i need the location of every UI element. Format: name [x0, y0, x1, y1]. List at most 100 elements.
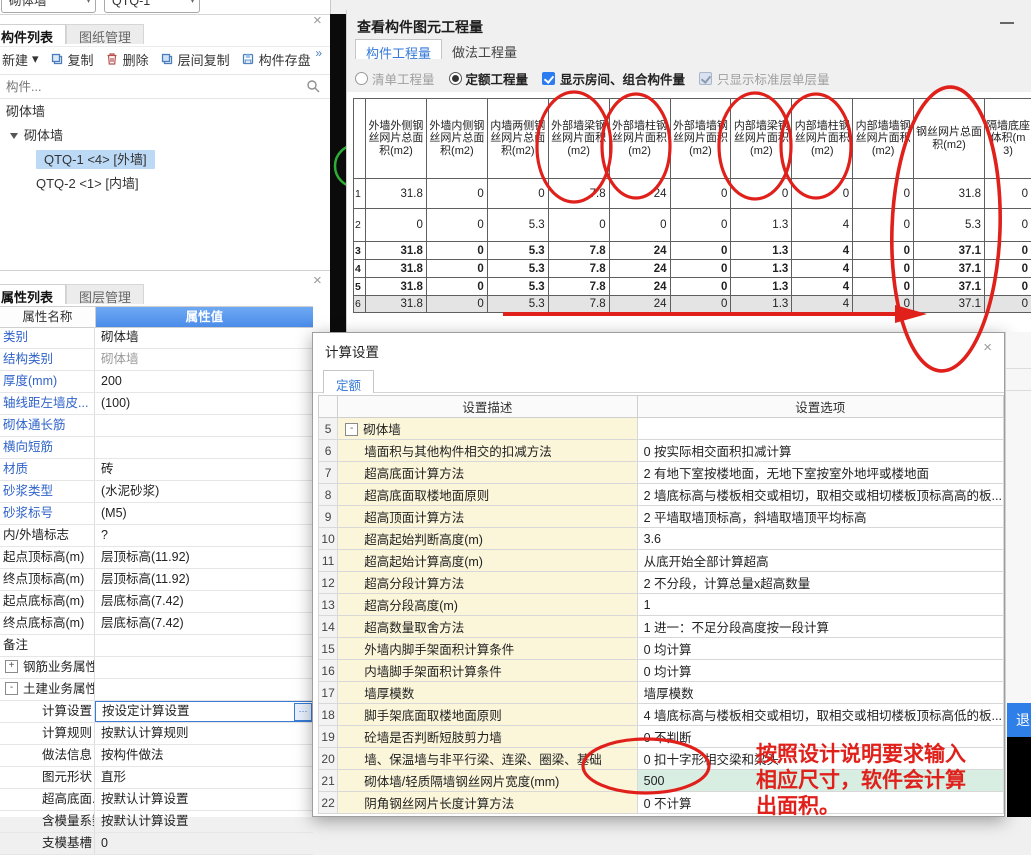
property-value[interactable]: 层顶标高(11.92) [95, 569, 313, 590]
quantity-dialog-tabs: 构件工程量做法工程量 [355, 39, 527, 62]
property-row: 做法信息按构件做法 [0, 745, 313, 767]
property-value[interactable]: 直形 [95, 767, 313, 788]
property-value[interactable] [95, 679, 313, 700]
tab-component-panel-active[interactable]: 构件列表 [0, 24, 66, 44]
tree-root[interactable]: 砌体墙 [0, 100, 330, 124]
tab-method-quantity[interactable]: 做法工程量 [442, 39, 527, 59]
calc-setting-option[interactable]: 2 墙底标高与楼板相交或相切，取相交或相切楼板顶标高高的板... [637, 484, 1003, 506]
property-value[interactable]: (100) [95, 393, 313, 414]
checkbox-standard-floor-only[interactable]: 只显示标准层单层量 [699, 69, 830, 88]
trash-button[interactable]: 删除 [105, 50, 149, 69]
tab-dinge[interactable]: 定额 [323, 370, 374, 393]
calc-setting-desc: 超高顶面计算方法 [338, 506, 637, 528]
calc-setting-option[interactable]: 3.6 [637, 528, 1003, 550]
property-value[interactable]: 按设定计算设置⋯ [95, 701, 313, 722]
property-value[interactable]: 层顶标高(11.92) [95, 547, 313, 568]
quantity-cell: 7.8 [548, 278, 609, 296]
search-input[interactable] [0, 75, 298, 98]
property-value[interactable] [95, 437, 313, 458]
calc-setting-option[interactable]: 0 均计算 [637, 660, 1003, 682]
property-value[interactable]: 层底标高(7.42) [95, 591, 313, 612]
expand-icon[interactable]: + [5, 660, 18, 673]
calc-setting-option[interactable]: 1 [637, 594, 1003, 616]
property-value[interactable]: 砌体墙 [95, 327, 313, 348]
calc-row-20: 20墙、保温墙与非平行梁、连梁、圈梁、基础0 扣十字形相交梁和梁头 [319, 748, 1004, 770]
calc-setting-option[interactable]: 0 均计算 [637, 638, 1003, 660]
calc-setting-option[interactable]: 4 墙底标高与楼板相交或相切，取相交或相切楼板顶标高低的板... [637, 704, 1003, 726]
collapse-icon[interactable]: - [5, 682, 18, 695]
ellipsis-button[interactable]: ⋯ [294, 703, 312, 721]
chevron-down-icon: ▾ [86, 0, 91, 6]
property-value[interactable]: 200 [95, 371, 313, 392]
quantity-cell: 0 [609, 209, 670, 242]
calc-setting-option[interactable]: 2 不分段，计算总量x超高数量 [637, 572, 1003, 594]
calc-setting-option[interactable]: 2 有地下室按楼地面，无地下室按室外地坪或楼地面 [637, 462, 1003, 484]
copy-button[interactable]: 复制 [50, 50, 94, 69]
component-name-combobox[interactable]: QTQ-1 ▾ [104, 0, 200, 13]
property-value[interactable]: ? [95, 525, 313, 546]
property-value[interactable]: (M5) [95, 503, 313, 524]
tab-properties-panel-active[interactable]: 属性列表 [0, 284, 66, 304]
calc-setting-option[interactable]: 2 平墙取墙顶标高，斜墙取墙顶平均标高 [637, 506, 1003, 528]
quantity-cell: 0 [984, 278, 1031, 296]
component-type-combobox[interactable]: 砌体墙 ▾ [1, 0, 96, 13]
calc-setting-option[interactable]: 500 [637, 770, 1003, 792]
close-icon[interactable]: × [313, 274, 322, 288]
calc-row-number: 6 [319, 440, 338, 462]
quantity-cell: 0 [670, 242, 731, 260]
toolbar-button-label: 删除 [123, 50, 149, 69]
property-name: +钢筋业务属性 [0, 657, 95, 678]
property-value[interactable]: 砌体墙 [95, 349, 313, 370]
calc-setting-option[interactable]: 从底开始全部计算超高 [637, 550, 1003, 572]
property-name: 厚度(mm) [0, 371, 95, 392]
property-value[interactable] [95, 415, 313, 436]
radio-list-quantity[interactable]: 清单工程量 [355, 69, 435, 88]
calc-setting-option[interactable]: 0 扣十字形相交梁和梁头 [637, 748, 1003, 770]
properties-grid-header: 属性名称 属性值 [0, 306, 313, 328]
calc-setting-option[interactable]: 0 不判断 [637, 726, 1003, 748]
quantity-cell: 0 [670, 296, 731, 313]
tab-properties-panel-inactive[interactable]: 图层管理 [66, 284, 144, 304]
property-name: 计算设置 [0, 701, 95, 722]
calc-row-number: 5 [319, 418, 338, 440]
calc-setting-option[interactable]: 0 不计算 [637, 792, 1003, 814]
calc-setting-desc: 超高分段高度(m) [338, 594, 637, 616]
new-button[interactable]: 新建▾ [2, 50, 39, 69]
checkbox-show-rooms[interactable]: 显示房间、组合构件量 [542, 69, 685, 88]
property-value[interactable]: 0 [95, 833, 313, 854]
collapse-icon[interactable]: - [345, 423, 358, 436]
property-name: 超高底面... [0, 789, 95, 810]
property-value[interactable]: 层底标高(7.42) [95, 613, 313, 634]
tab-component-quantity[interactable]: 构件工程量 [355, 39, 442, 59]
property-value[interactable]: 按构件做法 [95, 745, 313, 766]
calc-row-8: 8超高底面取楼地面原则2 墙底标高与楼板相交或相切，取相交或相切楼板顶标高高的板… [319, 484, 1004, 506]
partial-exit-button[interactable]: 退 [1007, 703, 1031, 737]
calc-setting-option[interactable] [637, 418, 1003, 440]
calc-setting-desc: 墙厚模数 [338, 682, 637, 704]
close-icon[interactable]: × [983, 341, 992, 355]
property-value[interactable]: 砖 [95, 459, 313, 480]
save-button[interactable]: 构件存盘 [241, 50, 311, 69]
tree-item-2[interactable]: QTQ-2 <1> [内墙] [0, 172, 330, 196]
quantity-cell: 37.1 [914, 242, 985, 260]
property-value[interactable]: 按默认计算规则 [95, 723, 313, 744]
calc-setting-option[interactable]: 0 按实际相交面积扣减计算 [637, 440, 1003, 462]
radio-quota-quantity[interactable]: 定额工程量 [449, 69, 529, 88]
quantity-cell: 0 [670, 209, 731, 242]
close-icon[interactable]: × [313, 14, 322, 28]
layer-copy-button[interactable]: 层间复制 [160, 50, 230, 69]
toolbar-overflow-button[interactable]: » [315, 46, 320, 60]
property-value[interactable]: 按默认计算设置 [95, 811, 313, 832]
calc-setting-option[interactable]: 墙厚模数 [637, 682, 1003, 704]
property-value[interactable]: (水泥砂浆) [95, 481, 313, 502]
property-value[interactable] [95, 635, 313, 656]
tab-component-panel-inactive[interactable]: 图纸管理 [66, 24, 144, 44]
property-name: 内/外墙标志 [0, 525, 95, 546]
tree-item-1[interactable]: QTQ-1 <4> [外墙] [0, 148, 330, 172]
tree-group[interactable]: 砌体墙 [0, 124, 330, 148]
property-value[interactable] [95, 657, 313, 678]
minimize-icon[interactable] [1000, 22, 1014, 24]
quantity-cell: 1.3 [731, 209, 792, 242]
property-value[interactable]: 按默认计算设置 [95, 789, 313, 810]
calc-setting-option[interactable]: 1 进一：不足分段高度按一段计算 [637, 616, 1003, 638]
